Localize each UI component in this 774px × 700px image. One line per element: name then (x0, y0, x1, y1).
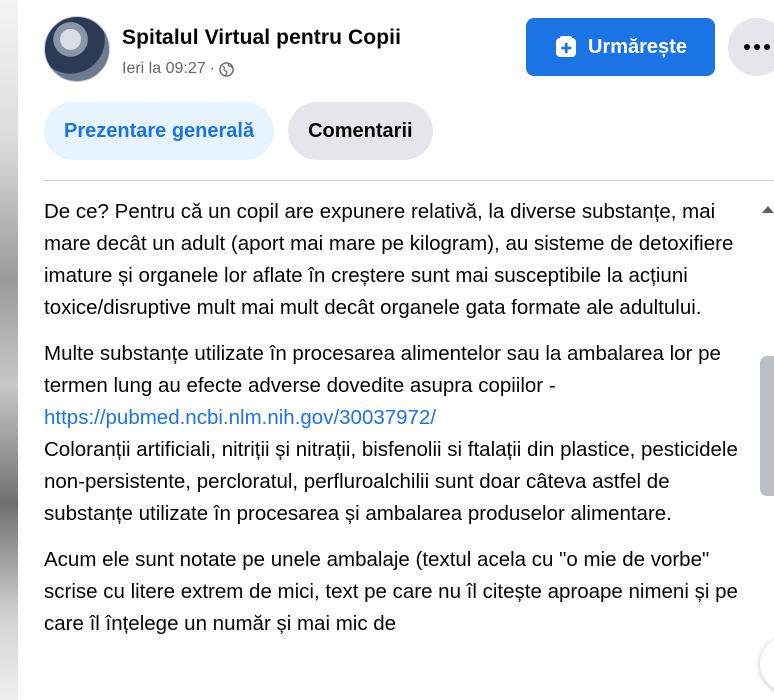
follow-button[interactable]: Urmărește (526, 18, 715, 76)
paragraph-1: De ce? Pentru că un copil are expunere r… (44, 200, 734, 319)
meta-separator: · (209, 60, 215, 77)
page-avatar[interactable] (44, 16, 110, 82)
more-dots-icon (744, 44, 770, 50)
post-meta: Ieri la 09:27 · (122, 60, 234, 78)
paragraph-2: Multe substanțe utilizate în procesarea … (44, 338, 759, 530)
post-body: De ce? Pentru că un copil are expunere r… (44, 196, 759, 654)
post-timestamp[interactable]: Ieri la 09:27 (122, 60, 206, 78)
divider (44, 180, 774, 181)
scrollbar-thumb[interactable] (760, 356, 774, 496)
tab-comments[interactable]: Comentarii (288, 102, 433, 160)
paragraph-3: Acum ele sunt notate pe unele ambalaje (… (44, 548, 738, 635)
follow-label: Urmărește (588, 35, 687, 58)
tab-overview[interactable]: Prezentare generală (44, 102, 275, 160)
more-options-button[interactable] (728, 18, 774, 76)
post-header: Spitalul Virtual pentru Copii Ieri la 09… (44, 16, 774, 86)
paragraph-2-continued: Coloranții artificiali, nitriții și nitr… (44, 438, 738, 525)
post-tabs: Prezentare generală Comentarii (44, 102, 433, 160)
page-name[interactable]: Spitalul Virtual pentru Copii (122, 26, 401, 50)
scroll-up-arrow-icon[interactable] (762, 206, 774, 213)
paragraph-2-text: Multe substanțe utilizate în procesarea … (44, 342, 721, 397)
pubmed-link[interactable]: https://pubmed.ncbi.nlm.nih.gov/30037972… (44, 406, 436, 429)
background-strip (0, 0, 18, 700)
globe-icon (219, 61, 234, 77)
chat-bubble[interactable] (760, 636, 774, 692)
follow-add-icon (556, 36, 577, 57)
